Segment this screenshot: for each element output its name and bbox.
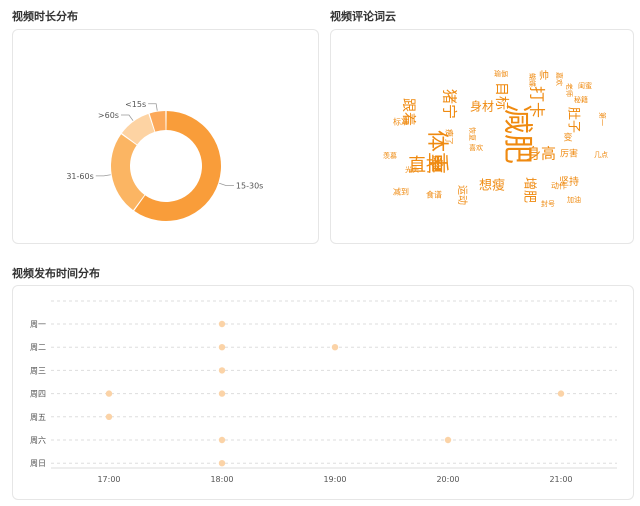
word-cloud-word: 想瘦 (479, 178, 505, 194)
x-tick-label: 21:00 (549, 475, 572, 484)
word-cloud-word: 闺蜜 (578, 81, 592, 90)
comment-word-cloud: 减肥体重直播打卡猪宁身高目标跟着 肚子想瘦 增肥 坚持运动厉害动作标准减到 食谱瘦了几点… (383, 69, 608, 208)
x-tick-label: 20:00 (436, 475, 459, 484)
y-tick-label: 周六 (30, 435, 46, 445)
word-cloud-word: 帅 (539, 69, 549, 82)
word-cloud-word: 秘籍 (574, 95, 588, 104)
donut-slice-label: >60s (98, 111, 119, 120)
donut-slice-label: 31-60s (66, 172, 93, 181)
word-cloud-word: 加油 (567, 195, 581, 204)
y-tick-label: 周一 (30, 320, 46, 329)
word-cloud-word: 羡慕 (383, 151, 397, 160)
word-cloud-word: 减到 (393, 187, 409, 197)
scatter-point (557, 390, 565, 397)
donut-leader-line (95, 174, 111, 177)
word-cloud-word: 运动 (456, 185, 468, 205)
word-cloud-word: 封号 (541, 199, 555, 208)
word-cloud-word: 厉害 (560, 148, 578, 160)
y-tick-label: 周日 (30, 459, 46, 468)
word-cloud-word: 恢复 (468, 127, 477, 141)
y-tick-label: 周三 (30, 366, 46, 375)
duration-donut-chart: 15-30s 31-60s >60s <15s (66, 100, 263, 221)
x-tick-label: 18:00 (210, 475, 233, 484)
word-cloud-word: 蝴蝶 (528, 73, 537, 87)
x-tick-label: 19:00 (323, 475, 346, 484)
word-cloud-word: 肚子 (566, 107, 581, 133)
scatter-point (218, 367, 226, 374)
duration-chart-card: 15-30s 31-60s >60s <15s (12, 29, 319, 244)
donut-leader-line (120, 114, 134, 121)
scatter-point (218, 390, 226, 397)
scatter-point (218, 344, 226, 351)
duration-section-title: 视频时长分布 (12, 11, 78, 23)
scatter-point (218, 436, 226, 444)
word-cloud-word: 打卡 (528, 86, 547, 118)
word-cloud-word: 瘦了 (445, 129, 455, 145)
timeline-chart-card: 周一周二周三周四周五周六周日 17:00 18:00 19:00 20:00 21:00 (12, 285, 634, 500)
word-cloud-word: 猪宁 (441, 89, 459, 119)
word-cloud-word: 喜欢 (469, 143, 483, 152)
word-cloud-word: 瑜伽 (494, 69, 508, 78)
y-tick-label: 周五 (30, 413, 46, 422)
word-cloud-word: 身材 (470, 99, 494, 114)
wordcloud-section-title: 视频评论词云 (330, 11, 396, 23)
word-cloud-word: 几点 (594, 151, 608, 159)
word-cloud-word: 增肥 (522, 177, 537, 203)
word-cloud-word: 第一 (598, 112, 607, 126)
word-cloud-word: 变 (563, 132, 572, 144)
timeline-section-title: 视频发布时间分布 (12, 268, 100, 280)
donut-leader-line (148, 103, 158, 111)
donut-slice (110, 134, 145, 211)
y-tick-label: 周四 (30, 390, 46, 399)
wordcloud-card: 减肥 体重 直播 打卡 猪宁 身高 目标 跟着 肚子 想瘦 增肥 坚持 运动 厉害 动作 标准 减到 食谱 瘦了 几点… (330, 29, 634, 244)
donut-slice-label: <15s (125, 100, 146, 109)
scatter-point (331, 344, 339, 351)
scatter-point (105, 390, 113, 397)
word-cloud-word: 目标 (493, 82, 509, 110)
publish-time-scatter-chart: 周一周二周三周四周五周六周日 17:00 18:00 19:00 20:00 21:00 (30, 300, 617, 484)
scatter-point (444, 436, 452, 444)
word-cloud-word: 嘉欢 (555, 72, 564, 86)
donut-leader-line (219, 182, 234, 186)
word-cloud-word: 标准 (393, 117, 409, 127)
scatter-point (218, 320, 226, 328)
donut-slice-label: 15-30s (236, 181, 263, 190)
x-tick-label: 17:00 (97, 475, 120, 484)
word-cloud-word: 食谱 (426, 190, 442, 200)
word-cloud-word: 光头 (405, 165, 419, 174)
word-cloud-word: 动作 (551, 181, 567, 191)
word-cloud-word: 身高 (526, 145, 556, 163)
scatter-point (218, 460, 226, 467)
y-tick-label: 周二 (30, 343, 46, 352)
word-cloud-word: 老师 (565, 83, 574, 97)
scatter-point (105, 413, 113, 420)
